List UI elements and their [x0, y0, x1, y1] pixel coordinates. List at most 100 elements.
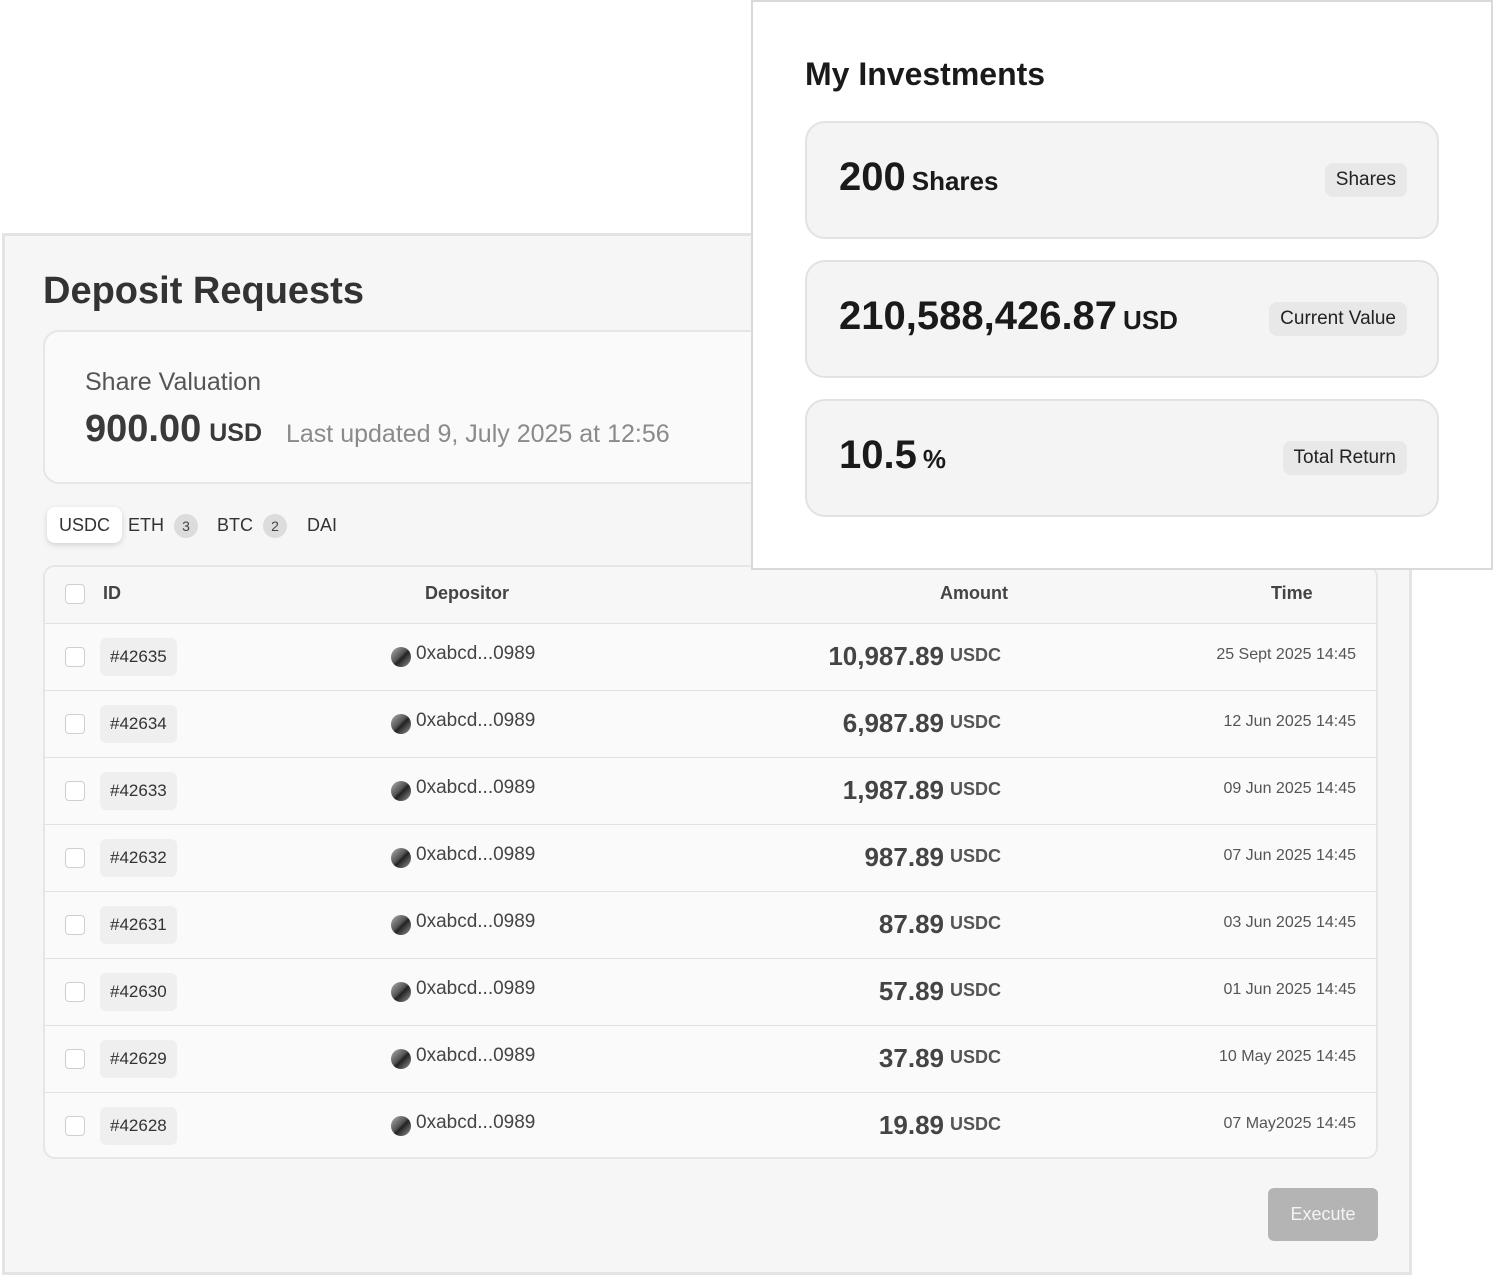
table-row[interactable]: #42630 0xabcd...0989 57.89 USDC 01 Jun 2…: [45, 958, 1376, 1026]
wallet-avatar-icon: [391, 714, 411, 734]
shares-card: 200 Shares Shares: [805, 121, 1439, 239]
column-header-time: Time: [1271, 583, 1313, 603]
wallet-avatar-icon: [391, 1116, 411, 1136]
current-value-unit: USD: [1123, 305, 1178, 335]
investments-title: My Investments: [805, 56, 1046, 92]
shares-value: 200 Shares: [839, 155, 998, 200]
column-header-amount: Amount: [940, 583, 1008, 603]
tab-usdc[interactable]: USDC: [47, 507, 123, 543]
depositor-address: 0xabcd...0989: [416, 1112, 536, 1133]
request-id: #42635: [100, 638, 177, 676]
depositor-address: 0xabcd...0989: [416, 844, 536, 865]
wallet-avatar-icon: [391, 781, 411, 801]
depositor-address: 0xabcd...0989: [416, 643, 536, 664]
request-time: 09 Jun 2025 14:45: [1223, 780, 1356, 797]
request-id: #42631: [100, 906, 177, 944]
amount-unit: USDC: [950, 779, 1002, 799]
tab-label: DAI: [307, 515, 338, 535]
row-checkbox[interactable]: [65, 982, 85, 1002]
tab-btc[interactable]: BTC 2: [217, 507, 287, 543]
depositor-address: 0xabcd...0989: [416, 911, 536, 932]
tab-count-badge: 2: [263, 514, 287, 539]
depositor-address: 0xabcd...0989: [416, 777, 536, 798]
amount-value: 37.89: [878, 1043, 944, 1073]
shares-amount: 200: [839, 155, 906, 199]
amount-unit: USDC: [950, 1047, 1002, 1067]
row-checkbox[interactable]: [65, 647, 85, 667]
wallet-avatar-icon: [391, 1049, 411, 1069]
execute-button[interactable]: Execute: [1268, 1188, 1378, 1241]
depositor-address: 0xabcd...0989: [416, 710, 536, 731]
table-row[interactable]: #42629 0xabcd...0989 37.89 USDC 10 May 2…: [45, 1025, 1376, 1093]
request-time: 25 Sept 2025 14:45: [1216, 646, 1356, 663]
share-valuation-amount: 900.00: [85, 408, 202, 450]
row-checkbox[interactable]: [65, 848, 85, 868]
tab-eth[interactable]: ETH 3: [128, 507, 198, 543]
shares-unit: Shares: [911, 166, 999, 196]
amount-value: 6,987.89: [842, 708, 944, 738]
depositor-address: 0xabcd...0989: [416, 978, 536, 999]
amount-unit: USDC: [950, 645, 1002, 665]
request-time: 10 May 2025 14:45: [1219, 1048, 1356, 1065]
share-valuation-value: 900.00 USD: [85, 408, 262, 451]
request-id: #42628: [100, 1107, 177, 1145]
amount-unit: USDC: [950, 712, 1002, 732]
table-row[interactable]: #42634 0xabcd...0989 6,987.89 USDC 12 Ju…: [45, 690, 1376, 758]
request-time: 03 Jun 2025 14:45: [1223, 914, 1356, 931]
row-checkbox[interactable]: [65, 1049, 85, 1069]
page-title: Deposit Requests: [43, 270, 364, 312]
request-time: 07 May2025 14:45: [1223, 1115, 1356, 1132]
table-row[interactable]: #42635 0xabcd...0989 10,987.89 USDC 25 S…: [45, 623, 1376, 691]
request-time: 12 Jun 2025 14:45: [1223, 713, 1356, 730]
deposit-requests-table: ID Depositor Amount Time #42635 0xabcd..…: [43, 565, 1378, 1159]
request-time: 07 Jun 2025 14:45: [1223, 847, 1356, 864]
table-row[interactable]: #42628 0xabcd...0989 19.89 USDC 07 May20…: [45, 1092, 1376, 1157]
request-time: 01 Jun 2025 14:45: [1223, 981, 1356, 998]
amount-unit: USDC: [950, 846, 1002, 866]
row-checkbox[interactable]: [65, 781, 85, 801]
amount-value: 87.89: [878, 909, 944, 939]
current-value-card: 210,588,426.87 USD Current Value: [805, 260, 1439, 378]
table-header: ID Depositor Amount Time: [45, 567, 1376, 624]
row-checkbox[interactable]: [65, 1116, 85, 1136]
table-row[interactable]: #42631 0xabcd...0989 87.89 USDC 03 Jun 2…: [45, 891, 1376, 959]
row-checkbox[interactable]: [65, 915, 85, 935]
amount-value: 987.89: [864, 842, 944, 872]
current-value-amount: 210,588,426.87: [839, 294, 1118, 338]
last-updated-text: Last updated 9, July 2025 at 12:56: [286, 420, 670, 448]
request-id: #42629: [100, 1040, 177, 1078]
column-header-depositor: Depositor: [425, 583, 510, 603]
wallet-avatar-icon: [391, 915, 411, 935]
request-id: #42634: [100, 705, 177, 743]
tab-dai[interactable]: DAI: [307, 507, 337, 543]
total-return-tag: Total Return: [1282, 441, 1407, 475]
amount-unit: USDC: [950, 913, 1002, 933]
request-id: #42633: [100, 772, 177, 810]
wallet-avatar-icon: [391, 848, 411, 868]
table-row[interactable]: #42632 0xabcd...0989 987.89 USDC 07 Jun …: [45, 824, 1376, 892]
tab-label: USDC: [59, 515, 111, 535]
request-id: #42630: [100, 973, 177, 1011]
column-header-id: ID: [103, 583, 121, 603]
total-return-value: 10.5%: [839, 433, 946, 478]
select-all-checkbox[interactable]: [65, 584, 85, 604]
tab-label: ETH: [128, 515, 164, 535]
depositor-address: 0xabcd...0989: [416, 1045, 536, 1066]
total-return-amount: 10.5: [839, 433, 917, 477]
row-checkbox[interactable]: [65, 714, 85, 734]
amount-value: 1,987.89: [842, 775, 944, 805]
current-value-tag: Current Value: [1269, 302, 1407, 336]
table-row[interactable]: #42633 0xabcd...0989 1,987.89 USDC 09 Ju…: [45, 757, 1376, 825]
my-investments-panel: My Investments 200 Shares Shares 210,588,…: [751, 0, 1493, 570]
shares-tag: Shares: [1324, 163, 1407, 197]
tab-count-badge: 3: [174, 514, 198, 539]
amount-unit: USDC: [950, 980, 1002, 1000]
total-return-card: 10.5% Total Return: [805, 399, 1439, 517]
wallet-avatar-icon: [391, 647, 411, 667]
amount-value: 57.89: [878, 976, 944, 1006]
amount-value: 10,987.89: [828, 641, 944, 671]
total-return-unit: %: [922, 444, 946, 474]
current-value: 210,588,426.87 USD: [839, 294, 1178, 339]
amount-unit: USDC: [950, 1114, 1002, 1134]
wallet-avatar-icon: [391, 982, 411, 1002]
